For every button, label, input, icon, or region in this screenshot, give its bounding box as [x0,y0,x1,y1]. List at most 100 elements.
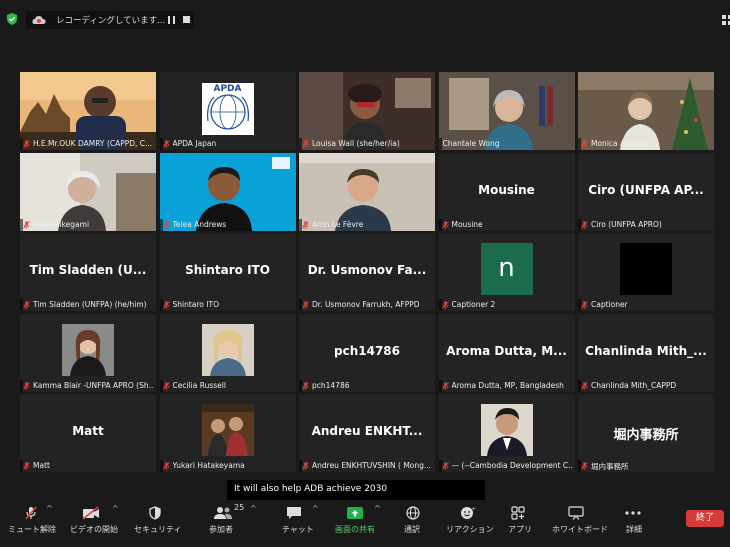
share-screen-label: 画面の共有 [335,525,375,534]
security-button[interactable]: セキュリティ [134,500,182,547]
participant-tile[interactable]: Dr. Usmonov Fa... Dr. Usmonov Farrukh, AF… [299,233,435,311]
microphone-muted-icon [302,381,309,390]
participant-tile[interactable]: Aron Le Fèvre [299,152,435,231]
microphone-muted-icon [25,506,37,520]
chevron-up-icon[interactable]: ^ [112,504,119,513]
end-meeting-button[interactable]: 終了 [686,510,724,527]
security-shield-icon [149,506,161,520]
participant-display-name: Dr. Usmonov Fa... [307,263,427,277]
microphone-muted-icon [302,220,309,229]
participant-tile[interactable]: H.E.Mr.OUK DAMRY (CAPPD, C... [20,72,156,150]
participant-tile[interactable]: Shintaro ITO Shintaro ITO [159,233,296,311]
share-screen-button[interactable]: ^ 画面の共有 [332,500,386,547]
participant-tile[interactable]: Louisa Wall (she/her/ia) [299,72,435,150]
participant-tile[interactable]: Ciro (UNFPA AP... Ciro (UNFPA APRO) [578,152,714,231]
participant-name-caption: Matt [20,460,50,472]
microphone-muted-icon [23,381,30,390]
interpretation-button[interactable]: 通訳 [400,500,430,547]
apps-button[interactable]: アプリ [506,500,534,547]
participant-tile[interactable]: Tim Sladden (U... Tim Sladden (UNFPA) (he… [20,233,156,311]
participant-tile[interactable]: Chanlinda Mith_... Chanlinda Mith_CAPPD [578,313,714,392]
participant-tile[interactable]: Matt Matt [20,394,156,472]
participant-tile[interactable]: Chantale Wong [438,72,575,150]
start-video-button[interactable]: ^ ビデオの開始 [68,500,124,547]
whiteboard-button[interactable]: ホワイトボード [552,500,608,547]
participant-name-caption: Kamma Blair -UNFPA APRO (Sh... [20,379,153,392]
microphone-muted-icon [162,381,170,390]
participant-tile[interactable]: Andreu ENKHT... Andreu ENKHTUVSHIN ( Mong… [299,394,435,472]
share-screen-icon [347,507,363,519]
chat-button[interactable]: ^ チャット [280,500,324,547]
participant-name: Cecilia Russell [172,380,226,390]
cloud-recording-icon [32,16,46,24]
chat-icon [287,507,301,519]
participant-profile-photo [480,404,533,456]
participant-display-name: Shintaro ITO [185,263,270,277]
participant-tile[interactable]: Aroma Dutta, M... Aroma Dutta, MP, Bangla… [438,313,575,392]
chevron-up-icon[interactable]: ^ [46,504,53,513]
apps-icon [511,506,525,520]
participant-tile[interactable]: Captioner [578,233,714,311]
live-caption-text: It will also help ADB achieve 2030 [234,484,388,494]
participant-tile[interactable]: n Captioner 2 [438,233,575,311]
pause-recording-icon[interactable] [168,16,175,24]
participant-name: Aron Le Fèvre [312,219,364,229]
more-dots-icon [625,511,641,515]
participant-tile[interactable]: — (--Cambodia Development C... [438,394,575,472]
participant-name: Ciro (UNFPA APRO) [591,219,662,229]
stop-recording-icon[interactable] [183,16,190,23]
microphone-muted-icon [23,140,30,148]
participant-name: Dr. Usmonov Farrukh, AFPPD [312,300,420,309]
more-button[interactable]: 詳細 [620,500,650,547]
microphone-muted-icon [441,301,449,309]
apda-logo-text: APDA [213,84,242,94]
microphone-muted-icon [23,301,30,309]
chevron-up-icon[interactable]: ^ [250,504,257,513]
participant-name-caption: Ciro (UNFPA APRO) [578,218,662,231]
participant-name: Telea Andrews [172,219,227,229]
recording-label: レコーディングしています... [56,16,166,26]
apda-logo: APDA [201,83,254,135]
participant-name-caption: Mousine [438,218,483,231]
participant-name: Tim Sladden (UNFPA) (he/him) [33,300,147,309]
participant-display-name: Aroma Dutta, M... [446,343,567,358]
unmute-button[interactable]: ^ ミュート解除 [6,500,62,547]
participant-tile[interactable]: APDA APDA Japan [159,72,296,150]
microphone-muted-icon [581,220,588,229]
participant-name: Aroma Dutta, MP, Bangladesh [451,380,564,390]
participant-name: Louisa Wall (she/her/ia) [312,139,400,148]
participant-profile-photo [201,404,254,456]
participant-tile[interactable]: Cecilia Russell [159,313,296,392]
participant-gallery: H.E.Mr.OUK DAMRY (CAPPD, C... APDA APDA Ja… [20,72,714,472]
participants-button[interactable]: 25 ^ 参加者 [206,500,262,547]
participant-tile[interactable]: kiyoko ikegami [20,152,156,231]
participant-profile-photo [62,323,114,376]
shield-icon[interactable] [6,13,18,25]
participant-tile[interactable]: 堀内事務所 堀内事務所 [578,394,714,472]
microphone-muted-icon [302,140,309,148]
participant-tile[interactable]: pch14786 pch14786 [299,313,435,392]
participant-tile[interactable]: Mousine Mousine [438,152,575,231]
reactions-smiley-icon: + [461,507,476,519]
participant-avatar [620,243,672,295]
video-off-icon [82,506,99,520]
globe-icon [406,506,420,520]
participant-name-caption: Tim Sladden (UNFPA) (he/him) [20,299,147,311]
chevron-up-icon[interactable]: ^ [312,504,319,513]
participant-display-name: 堀内事務所 [613,428,679,443]
participant-tile[interactable]: Kamma Blair -UNFPA APRO (Sh... [20,313,156,392]
microphone-muted-icon [581,381,588,390]
participant-tile[interactable]: Telea Andrews [159,152,296,231]
participant-tile[interactable]: Monica Adame [578,72,714,150]
participant-initial-avatar: n [480,243,533,295]
whiteboard-label: ホワイトボード [552,525,608,534]
participant-name-caption: pch14786 [299,379,350,392]
participant-name: Captioner [591,300,628,309]
microphone-muted-icon [302,462,309,470]
participant-name-caption: — (--Cambodia Development C... [438,460,572,472]
participant-name-caption: Cecilia Russell [159,379,226,392]
reactions-button[interactable]: + リアクション [446,500,494,547]
top-bar: レコーディングしています... 表示 [0,0,730,32]
participant-tile[interactable]: Yukari Hatakeyama [159,394,296,472]
chevron-up-icon[interactable]: ^ [374,504,381,513]
